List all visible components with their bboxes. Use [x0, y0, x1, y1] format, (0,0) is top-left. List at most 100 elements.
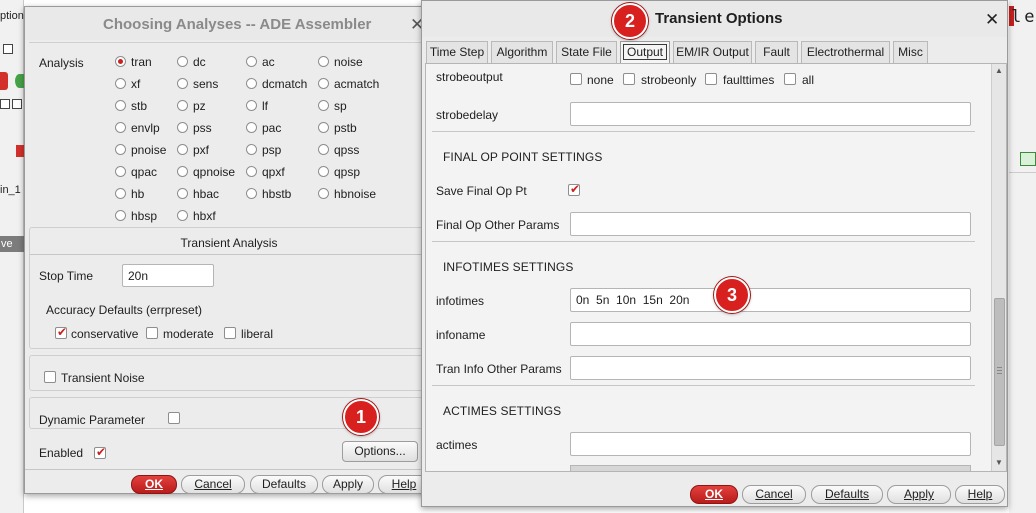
stop-time-input[interactable]: 20n [122, 264, 214, 287]
tab-state-file[interactable]: State File [556, 41, 617, 63]
radio-label: lf [262, 99, 268, 113]
tran-info-other-label: Tran Info Other Params [436, 362, 562, 376]
checkbox-dynamic-parameter[interactable] [168, 412, 180, 424]
radio-label: stb [131, 99, 148, 113]
actimes-input[interactable] [570, 432, 971, 456]
cancel-button[interactable]: Cancel [181, 475, 245, 494]
ok-label: OK [145, 477, 163, 491]
analysis-group: Analysis tran dc ac noise xf sens dcmatc… [29, 42, 429, 232]
radio-qpss[interactable] [318, 144, 329, 155]
bg-marker [16, 145, 24, 157]
divider [432, 385, 975, 386]
scroll-up-icon[interactable]: ▲ [995, 66, 1003, 75]
tab-output[interactable]: Output [620, 41, 670, 64]
grip-line [997, 367, 1002, 368]
radio-pxf[interactable] [177, 144, 188, 155]
radio-label: qpac [131, 165, 158, 179]
annotation-badge-1: 1 [343, 399, 379, 435]
checkbox-strobe-none[interactable] [570, 73, 582, 85]
checkbox-liberal[interactable] [224, 327, 236, 339]
radio-hbsp[interactable] [115, 210, 126, 221]
tab-misc[interactable]: Misc [893, 41, 928, 63]
defaults-button[interactable]: Defaults [250, 475, 318, 494]
divider [432, 131, 975, 132]
bg-tool-icon [12, 99, 22, 109]
radio-xf[interactable] [115, 78, 126, 89]
radio-lf[interactable] [246, 100, 257, 111]
tab-time-step[interactable]: Time Step [426, 41, 488, 63]
infoname-input[interactable] [570, 322, 971, 346]
dialog-title: Transient Options [655, 10, 783, 27]
checkbox-transient-noise[interactable] [44, 371, 56, 383]
ok-button[interactable]: OK [690, 485, 738, 504]
analysis-label: Analysis [39, 56, 84, 70]
cancel-button[interactable]: Cancel [742, 485, 806, 504]
radio-dcmatch[interactable] [246, 78, 257, 89]
radio-qpsp[interactable] [318, 166, 329, 177]
help-button[interactable]: Help [955, 485, 1005, 504]
radio-pac[interactable] [246, 122, 257, 133]
tab-algorithm[interactable]: Algorithm [491, 41, 553, 63]
checkbox-faulttimes[interactable] [705, 73, 717, 85]
radio-label: pac [262, 121, 282, 135]
final-op-other-input[interactable] [570, 212, 971, 236]
radio-ac[interactable] [246, 56, 257, 67]
infotimes-input[interactable]: 0n 5n 10n 15n 20n [570, 288, 971, 312]
radio-sp[interactable] [318, 100, 329, 111]
radio-pstb[interactable] [318, 122, 329, 133]
ok-button[interactable]: OK [131, 475, 177, 494]
radio-dc[interactable] [177, 56, 188, 67]
checkbox-conservative[interactable] [55, 325, 67, 339]
vertical-scrollbar[interactable]: ▲ ▼ [991, 64, 1006, 471]
checkbox-label: faulttimes [723, 73, 775, 87]
transient-analysis-header: Transient Analysis [180, 236, 278, 250]
checkbox-label: conservative [71, 327, 139, 341]
radio-sens[interactable] [177, 78, 188, 89]
radio-hbstb[interactable] [246, 188, 257, 199]
bg-tool-icon [0, 99, 10, 109]
background-app-right: len [1009, 0, 1036, 513]
scrollbar-thumb[interactable] [994, 298, 1005, 446]
radio-hbnoise[interactable] [318, 188, 329, 199]
radio-noise[interactable] [318, 56, 329, 67]
checkbox-save-final-op[interactable] [568, 182, 580, 196]
apply-button[interactable]: Apply [322, 475, 374, 494]
options-button[interactable]: Options... [342, 441, 418, 462]
radio-hbxf[interactable] [177, 210, 188, 221]
scroll-down-icon[interactable]: ▼ [995, 458, 1003, 467]
radio-hbac[interactable] [177, 188, 188, 199]
radio-tran[interactable] [115, 56, 126, 67]
close-icon[interactable]: ✕ [985, 10, 999, 30]
title-bar: Choosing Analyses -- ADE Assembler ✕ [25, 7, 431, 40]
radio-hb[interactable] [115, 188, 126, 199]
tab-fault[interactable]: Fault [755, 41, 798, 63]
checkbox-strobeonly[interactable] [623, 73, 635, 85]
checkbox-moderate[interactable] [146, 327, 158, 339]
radio-pnoise[interactable] [115, 144, 126, 155]
defaults-button[interactable]: Defaults [811, 485, 883, 504]
radio-qpac[interactable] [115, 166, 126, 177]
next-input-partial [570, 465, 971, 471]
tran-info-other-input[interactable] [570, 356, 971, 380]
checkbox-all[interactable] [784, 73, 796, 85]
checkbox-label: none [587, 73, 614, 87]
apply-button[interactable]: Apply [887, 485, 951, 504]
radio-envlp[interactable] [115, 122, 126, 133]
tab-electrothermal[interactable]: Electrothermal [801, 41, 890, 63]
final-op-header: FINAL OP POINT SETTINGS [443, 150, 603, 164]
radio-pz[interactable] [177, 100, 188, 111]
checkbox-enabled[interactable] [94, 445, 106, 459]
radio-qpnoise[interactable] [177, 166, 188, 177]
defaults-label: Defaults [261, 477, 307, 491]
radio-acmatch[interactable] [318, 78, 329, 89]
radio-pss[interactable] [177, 122, 188, 133]
radio-qpxf[interactable] [246, 166, 257, 177]
strobedelay-input[interactable] [570, 102, 971, 126]
radio-label: pz [193, 99, 206, 113]
transient-noise-group: Transient Noise [29, 355, 429, 391]
radio-label: qpnoise [193, 165, 236, 179]
tab-em-ir-output[interactable]: EM/IR Output [673, 41, 752, 63]
accuracy-label: Accuracy Defaults (errpreset) [46, 303, 203, 317]
radio-stb[interactable] [115, 100, 126, 111]
radio-psp[interactable] [246, 144, 257, 155]
